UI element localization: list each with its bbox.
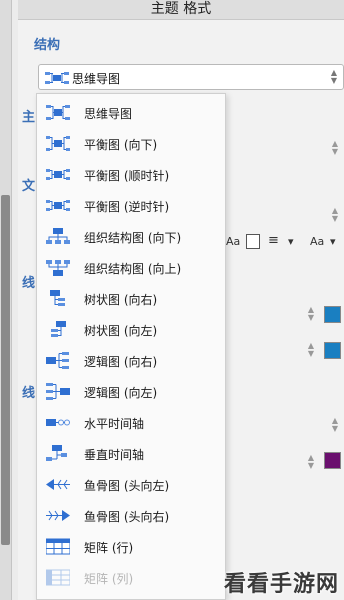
org-chart-down-icon (46, 228, 70, 244)
peek-label-1: 主 (22, 110, 36, 125)
menu-item-matrix-columns: 矩阵 (列) (37, 562, 225, 593)
balance-counterclockwise-icon (46, 200, 70, 211)
fishbone-left-icon (46, 479, 70, 490)
menu-item-matrix-rows[interactable]: 矩阵 (行) (37, 531, 225, 562)
horizontal-timeline-icon (46, 419, 70, 426)
menu-item-logic-right[interactable]: 逻辑图 (向右) (37, 345, 225, 376)
mindmap-icon (45, 72, 69, 84)
stepper-5[interactable]: ▲ ▼ (330, 417, 340, 433)
align-icon[interactable]: ≡ (268, 233, 279, 248)
menu-item-label: 鱼骨图 (头向右) (84, 510, 170, 524)
menu-item-label: 逻辑图 (向左) (84, 386, 158, 400)
menu-item-label: 平衡图 (向下) (84, 138, 158, 152)
structure-select-value: 思维导图 (72, 72, 121, 86)
org-chart-up-icon (46, 260, 70, 276)
menu-item-fishbone-right[interactable]: 鱼骨图 (头向右) (37, 500, 225, 531)
color-swatch-purple[interactable] (324, 452, 341, 469)
menu-item-label: 垂直时间轴 (84, 448, 145, 462)
menu-item-label: 平衡图 (顺时针) (84, 169, 170, 183)
menu-item-org-chart-up[interactable]: 组织结构图 (向上) (37, 252, 225, 283)
menu-item-tree-right[interactable]: 树状图 (向右) (37, 283, 225, 314)
stepper-4[interactable]: ▲ ▼ (306, 342, 316, 358)
stepper-3[interactable]: ▲ ▼ (306, 306, 316, 322)
tree-left-icon (51, 321, 66, 337)
menu-item-label: 水平时间轴 (84, 417, 145, 431)
menu-item-label: 树状图 (向右) (84, 293, 158, 307)
fishbone-right-icon (46, 510, 70, 521)
left-scrollbar[interactable] (0, 0, 12, 600)
structure-dropdown-menu: 思维导图 平衡图 (向下) 平衡图 (顺时针) 平衡图 (逆时针) 组织结构图 … (36, 93, 226, 600)
menu-item-tree-left[interactable]: 树状图 (向左) (37, 314, 225, 345)
stepper-6[interactable]: ▲ ▼ (306, 454, 316, 470)
stepper-1[interactable]: ▲ ▼ (330, 140, 340, 156)
menu-item-fishbone-left[interactable]: 鱼骨图 (头向左) (37, 469, 225, 500)
structure-select[interactable]: 思维导图 ▲ ▼ (38, 64, 344, 90)
menu-item-vertical-timeline[interactable]: 垂直时间轴 (37, 438, 225, 469)
menu-item-label: 矩阵 (列) (84, 572, 134, 586)
menu-item-balance-down[interactable]: 平衡图 (向下) (37, 128, 225, 159)
menu-item-horizontal-timeline[interactable]: 水平时间轴 (37, 407, 225, 438)
menu-item-label: 思维导图 (84, 107, 133, 121)
fill-box[interactable] (246, 234, 260, 249)
stepper-2[interactable]: ▲ ▼ (330, 207, 340, 223)
menu-item-org-chart-down[interactable]: 组织结构图 (向下) (37, 221, 225, 252)
font-style-button[interactable]: Aa (226, 235, 240, 248)
structure-section-title: 结构 (34, 38, 61, 53)
matrix-rows-icon (46, 538, 70, 555)
menu-item-logic-left[interactable]: 逻辑图 (向左) (37, 376, 225, 407)
peek-label-3: 线 (22, 276, 36, 291)
menu-item-balance-counterclockwise[interactable]: 平衡图 (逆时针) (37, 190, 225, 221)
color-swatch-blue-2[interactable] (324, 342, 341, 359)
left-scrollbar-thumb[interactable] (1, 195, 10, 545)
align-caret-icon[interactable]: ▾ (288, 235, 294, 248)
panel-title: 主题 格式 (18, 0, 344, 20)
menu-item-label: 逻辑图 (向右) (84, 355, 158, 369)
menu-item-mindmap[interactable]: 思维导图 (37, 97, 225, 128)
peek-label-2: 文 (22, 179, 36, 194)
vertical-timeline-icon (46, 445, 67, 461)
color-swatch-blue-1[interactable] (324, 306, 341, 323)
logic-left-icon (46, 383, 70, 400)
menu-item-label: 鱼骨图 (头向左) (84, 479, 170, 493)
menu-item-label: 组织结构图 (向下) (84, 231, 182, 245)
menu-item-label: 矩阵 (行) (84, 541, 134, 555)
font-case-caret-icon[interactable]: ▾ (330, 235, 336, 248)
balance-down-icon (46, 136, 70, 151)
balance-clockwise-icon (46, 169, 70, 180)
logic-right-icon (46, 352, 69, 369)
select-updown-icon: ▲ ▼ (330, 68, 338, 85)
menu-item-label: 组织结构图 (向上) (84, 262, 182, 276)
menu-item-label: 树状图 (向左) (84, 324, 158, 338)
menu-item-label: 平衡图 (逆时针) (84, 200, 170, 214)
mindmap-icon (46, 105, 70, 120)
watermark-logo: 看看手游网 (224, 572, 340, 597)
text-format-toolbar: Aa ≡ ▾ Aa ▾ (224, 233, 344, 252)
peek-label-4: 线 (22, 386, 36, 401)
menu-item-balance-clockwise[interactable]: 平衡图 (顺时针) (37, 159, 225, 190)
font-case-button[interactable]: Aa (310, 235, 324, 248)
tree-right-icon (50, 290, 65, 306)
matrix-columns-icon (46, 569, 70, 586)
